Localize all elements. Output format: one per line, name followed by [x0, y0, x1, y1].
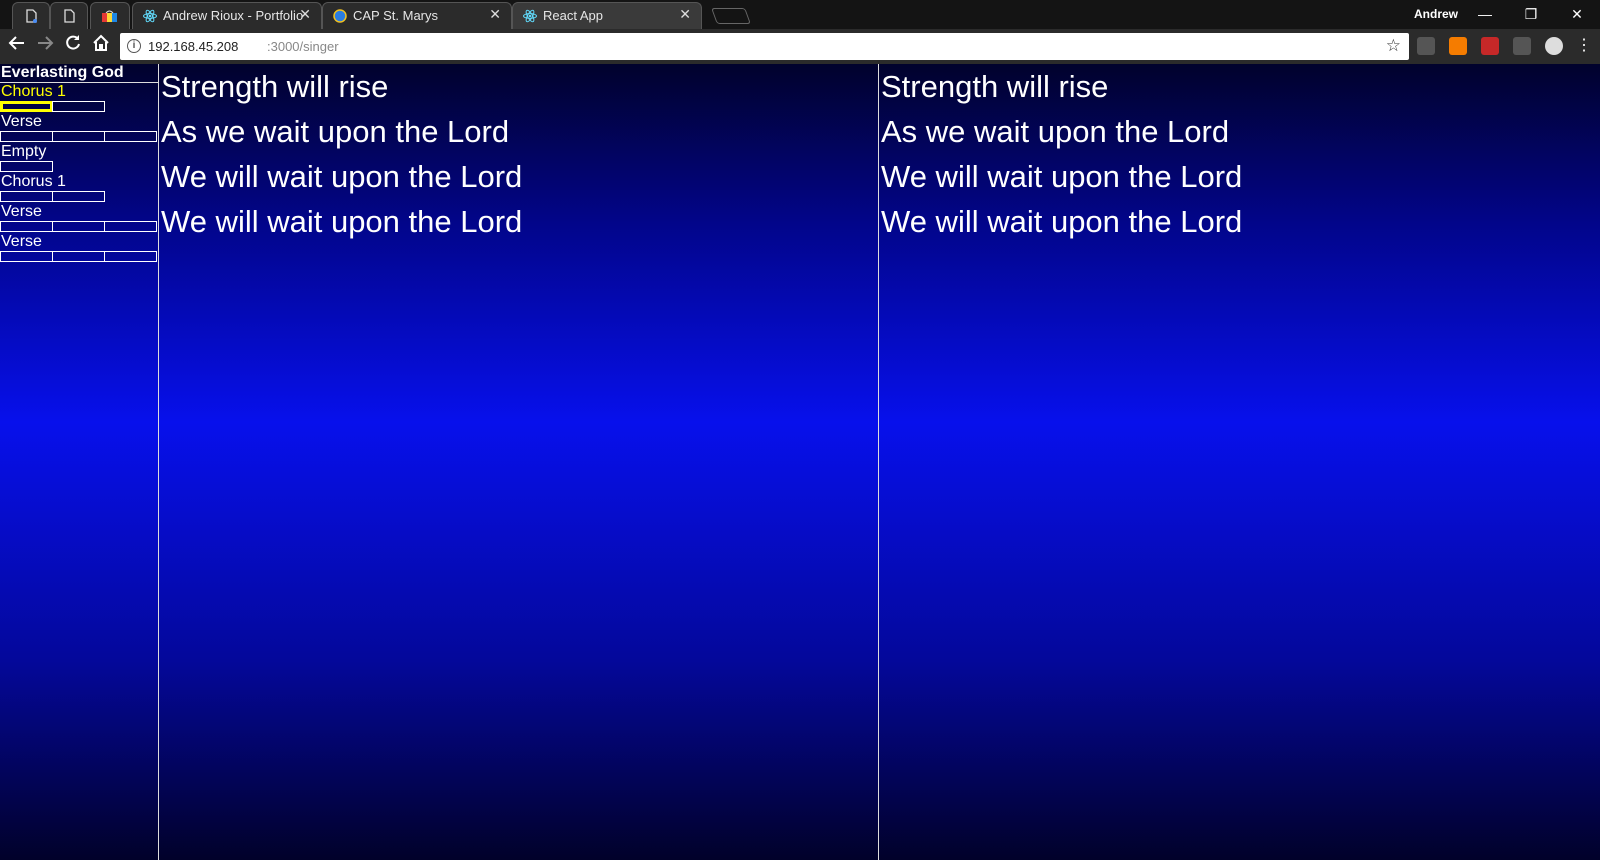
tab-portfolio[interactable]: Andrew Rioux - Portfolio ✕	[132, 2, 322, 29]
arrow-left-icon	[8, 36, 24, 50]
slide-box[interactable]	[0, 131, 53, 142]
file-icon	[24, 9, 38, 23]
slide-box[interactable]	[52, 131, 105, 142]
close-window-button[interactable]: ✕	[1554, 0, 1600, 28]
browser-titlebar: Andrew Rioux - Portfolio ✕ CAP St. Marys…	[0, 0, 1600, 29]
close-icon[interactable]: ✕	[679, 6, 691, 23]
star-icon[interactable]: ☆	[1386, 36, 1401, 56]
section-list: Chorus 1 Verse Empty Chorus 1 Verse Verse	[0, 83, 158, 262]
file-icon	[62, 9, 76, 23]
info-icon[interactable]: i	[127, 39, 141, 53]
minimize-button[interactable]: —	[1462, 0, 1508, 28]
react-icon	[523, 9, 537, 23]
tab-pinned-3[interactable]	[90, 2, 130, 29]
section-label[interactable]: Empty	[0, 143, 158, 161]
forward-button[interactable]	[33, 34, 57, 58]
lyric-line: As we wait upon the Lord	[881, 114, 1230, 149]
red-extension-icon[interactable]	[1481, 37, 1499, 55]
colorful-app-icon	[102, 9, 117, 23]
arrow-right-icon	[38, 36, 54, 50]
lyric-line: We will wait upon the Lord	[881, 159, 1243, 194]
section-label[interactable]: Chorus 1	[0, 173, 158, 191]
slide-box[interactable]	[52, 191, 105, 202]
slide-box[interactable]	[104, 221, 157, 232]
browser-toolbar: i 192.168.45.208 :3000/singer ☆ ⋮	[0, 29, 1600, 64]
slide-box[interactable]	[104, 251, 157, 262]
slide-box[interactable]	[0, 191, 53, 202]
section-label[interactable]: Verse	[0, 203, 158, 221]
tab-react-app[interactable]: React App ✕	[512, 2, 702, 29]
tab-title: React App	[543, 8, 603, 23]
mail-extension-icon[interactable]	[1417, 37, 1435, 55]
url-host: 192.168.45.208	[148, 39, 239, 54]
slide-row	[0, 131, 158, 142]
new-tab-button[interactable]	[711, 8, 751, 24]
react-icon	[143, 9, 157, 23]
slide-row	[0, 161, 158, 172]
url-path: :3000/singer	[267, 39, 339, 54]
section-label[interactable]: Verse	[0, 113, 158, 131]
slide-box[interactable]	[0, 161, 53, 172]
reload-icon	[66, 35, 80, 50]
lyric-line: We will wait upon the Lord	[881, 204, 1243, 239]
slide-box[interactable]	[52, 101, 105, 112]
restore-button[interactable]: ❐	[1508, 0, 1554, 28]
fox-extension-icon[interactable]	[1449, 37, 1467, 55]
tab-pinned-1[interactable]	[12, 2, 50, 29]
lyric-line: Strength will rise	[881, 69, 1109, 104]
back-button[interactable]	[5, 34, 29, 58]
close-icon[interactable]: ✕	[299, 6, 311, 23]
gray-extension-icon[interactable]	[1513, 37, 1531, 55]
profile-name[interactable]: Andrew	[1414, 7, 1458, 21]
slide-box[interactable]	[104, 131, 157, 142]
reload-button[interactable]	[61, 34, 85, 58]
home-button[interactable]	[89, 34, 113, 58]
slide-row	[0, 191, 158, 202]
slide-row	[0, 221, 158, 232]
next-lyrics-panel: Strength will rise As we wait upon the L…	[880, 64, 1600, 860]
star-extension-icon[interactable]	[1545, 37, 1563, 55]
slide-row	[0, 251, 158, 262]
section-label[interactable]: Verse	[0, 233, 158, 251]
tab-title: Andrew Rioux - Portfolio	[163, 8, 304, 23]
section-label[interactable]: Chorus 1	[0, 83, 158, 101]
close-icon[interactable]: ✕	[489, 6, 501, 23]
current-lyrics-panel: Strength will rise As we wait upon the L…	[160, 64, 879, 860]
menu-icon[interactable]: ⋮	[1572, 34, 1596, 58]
lyric-line: We will wait upon the Lord	[161, 204, 523, 239]
slide-box[interactable]	[52, 251, 105, 262]
song-sidebar: Everlasting God Chorus 1 Verse Empty Chorus…	[0, 64, 159, 860]
lyric-line: As we wait upon the Lord	[161, 114, 510, 149]
slide-box[interactable]	[0, 251, 53, 262]
slide-row	[0, 101, 158, 112]
lyric-line: We will wait upon the Lord	[161, 159, 523, 194]
slide-box[interactable]	[0, 101, 53, 112]
home-icon	[93, 34, 109, 51]
address-bar[interactable]: i 192.168.45.208 :3000/singer ☆	[120, 33, 1409, 60]
tab-cap-st-marys[interactable]: CAP St. Marys ✕	[322, 2, 512, 29]
song-title: Everlasting God	[0, 64, 158, 83]
tab-pinned-2[interactable]	[50, 2, 88, 29]
globe-icon	[333, 9, 347, 23]
slide-box[interactable]	[52, 221, 105, 232]
tab-title: CAP St. Marys	[353, 8, 439, 23]
lyric-line: Strength will rise	[161, 69, 389, 104]
slide-box[interactable]	[0, 221, 53, 232]
singer-page: Everlasting God Chorus 1 Verse Empty Chorus…	[0, 64, 1600, 860]
